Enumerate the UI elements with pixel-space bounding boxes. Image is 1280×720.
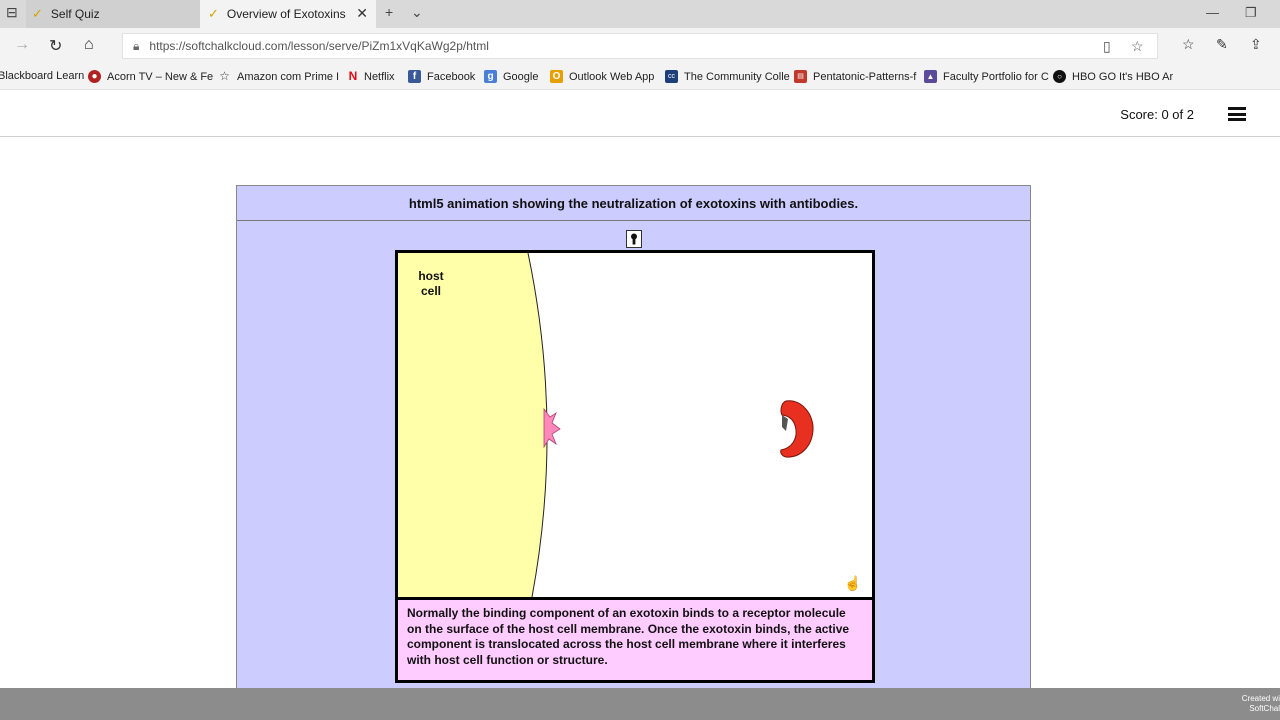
lesson-header: Score: 0 of 2 <box>0 91 1280 137</box>
tab-label: Overview of Exotoxins <box>226 7 346 21</box>
pen-icon[interactable]: ✎ <box>1216 36 1228 53</box>
lesson-favicon-icon: ✓ <box>32 6 43 21</box>
softchalk-credit[interactable]: Created wi SoftChal <box>1242 694 1280 714</box>
favorite-outlook[interactable]: O Outlook Web App <box>550 70 654 83</box>
portfolio-icon: ▲ <box>924 70 937 83</box>
pdf-icon: ▤ <box>794 70 807 83</box>
hand-cursor-icon: ☝ <box>844 575 862 591</box>
favorite-star-icon[interactable]: ☆ <box>1131 38 1144 55</box>
receptor-molecule <box>543 407 561 449</box>
animation-canvas[interactable]: host cell ☝ <box>395 250 875 600</box>
favorite-amazon[interactable]: ☆ Amazon com Prime I <box>218 70 339 83</box>
favorite-netflix[interactable]: N Netflix <box>348 70 395 83</box>
tab-overview-of-exotoxins[interactable]: ✓ Overview of Exotoxins ✕ <box>200 0 376 28</box>
favorites-bar: Blackboard Learn ● Acorn TV – New & Fe ☆… <box>0 64 1280 90</box>
animation-caption: Normally the binding component of an exo… <box>395 597 875 683</box>
maximize-icon[interactable]: ❐ <box>1245 5 1257 21</box>
tab-bar: ⊟ ✓ Self Quiz ✓ Overview of Exotoxins ✕ … <box>0 0 1280 28</box>
share-icon[interactable]: ⇪ <box>1250 36 1262 53</box>
host-cell-label: host cell <box>418 269 444 298</box>
favorite-facebook[interactable]: f Facebook <box>408 70 475 83</box>
favorite-hbo-go[interactable]: ○ HBO GO It's HBO Ar <box>1053 70 1173 83</box>
close-tab-icon[interactable]: ✕ <box>356 5 368 22</box>
url-text[interactable]: https://softchalkcloud.com/lesson/serve/… <box>149 39 488 53</box>
hbo-icon: ○ <box>1053 70 1066 83</box>
tab-label: Self Quiz <box>50 7 100 21</box>
menu-icon[interactable] <box>1228 107 1246 121</box>
favorite-blackboard[interactable]: Blackboard Learn <box>0 70 84 82</box>
new-tab-button[interactable]: + <box>385 4 393 20</box>
favorite-community-college[interactable]: cc The Community Colle <box>665 70 790 83</box>
score-display: Score: 0 of 2 <box>1120 107 1194 122</box>
lesson-favicon-icon: ✓ <box>208 6 219 21</box>
exotoxin-binding-notch <box>782 415 788 431</box>
outlook-icon: O <box>550 70 563 83</box>
refresh-icon[interactable]: ↻ <box>49 36 62 56</box>
address-bar[interactable]: 🔒︎ https://softchalkcloud.com/lesson/ser… <box>122 33 1158 59</box>
host-cell-shape <box>398 253 548 597</box>
navigation-bar: → ↻ ⌂ 🔒︎ https://softchalkcloud.com/less… <box>0 28 1280 64</box>
star-icon: ☆ <box>219 69 230 83</box>
animation-panel: html5 animation showing the neutralizati… <box>236 185 1031 705</box>
favorite-google[interactable]: g Google <box>484 70 538 83</box>
animation-scene <box>398 253 814 597</box>
minimize-icon[interactable]: — <box>1206 5 1219 20</box>
favorite-faculty-portfolio[interactable]: ▲ Faculty Portfolio for C <box>924 70 1049 83</box>
footer-bar: Created wi SoftChal <box>0 688 1280 720</box>
college-icon: cc <box>665 70 678 83</box>
tab-list-icon[interactable]: ⊟ <box>6 4 18 21</box>
acorn-tv-icon: ● <box>88 70 101 83</box>
facebook-icon: f <box>408 70 421 83</box>
tab-self-quiz[interactable]: ✓ Self Quiz <box>26 0 200 28</box>
favorites-hub-icon[interactable]: ☆ <box>1182 36 1195 53</box>
keyhole-icon[interactable] <box>626 230 642 248</box>
forward-icon[interactable]: → <box>14 36 30 54</box>
reading-view-icon[interactable]: ▯ <box>1103 38 1111 55</box>
favorite-acorn-tv[interactable]: ● Acorn TV – New & Fe <box>88 70 213 83</box>
lock-icon: 🔒︎ <box>133 38 140 53</box>
google-icon: g <box>484 70 497 83</box>
chevron-down-icon[interactable]: ⌄ <box>411 4 423 21</box>
favorite-pentatonic[interactable]: ▤ Pentatonic-Patterns-f <box>794 70 916 83</box>
animation-title: html5 animation showing the neutralizati… <box>237 186 1030 221</box>
home-icon[interactable]: ⌂ <box>84 36 94 54</box>
netflix-icon: N <box>348 69 358 83</box>
